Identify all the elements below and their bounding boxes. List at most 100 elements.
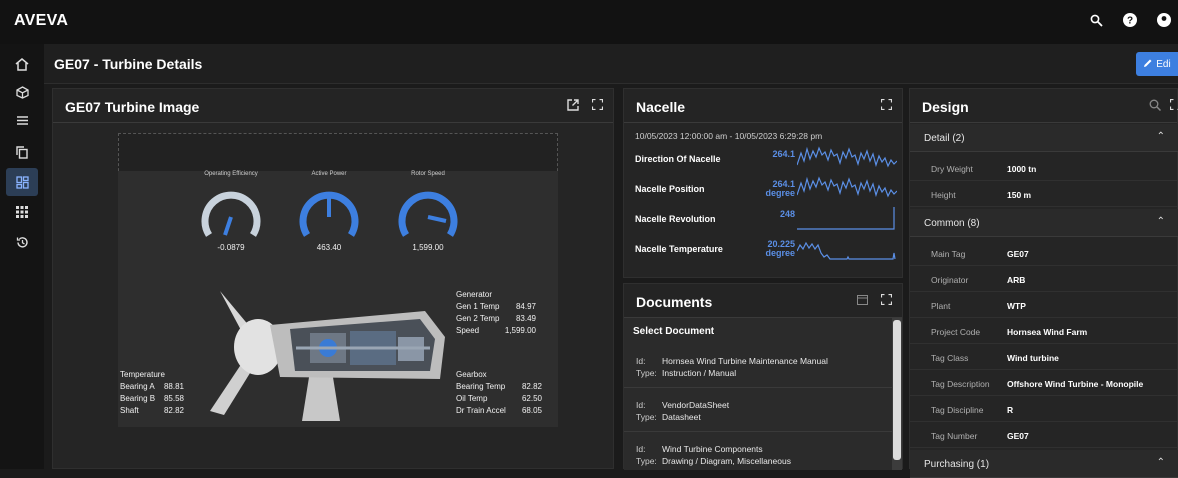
section-title: Common (8) [924, 218, 980, 229]
panel-title: Design [922, 99, 969, 115]
row-name: Gen 2 Temp [456, 314, 500, 323]
row-key: Tag Number [931, 431, 978, 441]
cube-icon[interactable] [6, 78, 38, 106]
section-purchasing[interactable]: Purchasing (1) ⌃ [910, 450, 1178, 478]
row-value: 83.49 [515, 314, 536, 323]
sparkline [797, 241, 896, 260]
row-value: GE07 [1007, 249, 1029, 259]
document-id: Id: Hornsea Wind Turbine Maintenance Manu… [636, 356, 828, 366]
design-row: Tag Discipline R [910, 396, 1178, 422]
nacelle-illustration [190, 281, 450, 421]
chevron-up-icon[interactable]: ⌃ [1157, 216, 1165, 227]
top-icons: ? [1088, 12, 1178, 28]
user-icon[interactable] [1156, 12, 1172, 28]
row-name: Bearing B [120, 394, 156, 403]
row-value: Hornsea Wind Farm [1007, 327, 1088, 337]
documents-panel: Documents Select Document Id: Hornsea Win… [623, 283, 903, 470]
scrollbar[interactable] [892, 318, 902, 470]
design-row: Tag Number GE07 [910, 422, 1178, 448]
row-name: Nacelle Temperature [635, 244, 723, 254]
panel-title: GE07 Turbine Image [65, 99, 200, 115]
row-name: Gen 1 Temp [456, 302, 500, 311]
temperature-row: Bearing A 88.81 [120, 381, 184, 393]
side-rail [0, 44, 44, 469]
help-icon[interactable]: ? [1122, 12, 1138, 28]
fullscreen-icon[interactable] [1169, 98, 1178, 113]
row-value: ARB [1007, 275, 1026, 285]
history-icon[interactable] [6, 228, 38, 256]
fullscreen-icon[interactable] [591, 98, 604, 113]
document-id: Id: Wind Turbine Components [636, 444, 763, 454]
select-document-label: Select Document [633, 326, 715, 337]
row-name: Oil Temp [456, 394, 488, 403]
section-common[interactable]: Common (8) ⌃ [910, 209, 1178, 237]
zoom-icon[interactable] [1149, 99, 1162, 114]
gauge-operating-efficiency: Operating Efficiency -0.0879 [193, 171, 269, 259]
row-value: WTP [1007, 301, 1026, 311]
panel-header: Design [910, 89, 1178, 123]
row-value: 20.225 degree [765, 239, 795, 258]
row-value: 62.50 [521, 394, 542, 403]
row-key: Tag Description [931, 379, 990, 389]
temperature-block: Temperature Bearing A 88.81 Bearing B 85.5… [120, 369, 184, 417]
open-external-icon[interactable] [567, 99, 579, 114]
row-key: Project Code [931, 327, 981, 337]
row-name: Speed [456, 326, 480, 335]
design-row: Height 150 m [910, 181, 1178, 207]
document-item[interactable]: Id: Wind Turbine Components Type: Drawing … [624, 432, 892, 476]
document-item[interactable]: Id: VendorDataSheet Type: Datasheet [624, 388, 892, 432]
generator-block: Generator Gen 1 Temp 84.97 Gen 2 Temp 83.4… [456, 289, 536, 337]
fullscreen-icon[interactable] [880, 98, 893, 113]
row-key: Height [931, 190, 956, 200]
calendar-icon[interactable] [857, 294, 868, 308]
nacelle-row: Direction Of Nacelle 264.1 [635, 145, 897, 171]
design-panel: Design Detail (2) ⌃ Dry Weight 1000 tn He… [909, 88, 1178, 478]
apps-grid-icon[interactable] [6, 198, 38, 226]
search-icon[interactable] [1088, 12, 1104, 28]
turbine-image: Operating Efficiency -0.0879 Active Powe… [118, 171, 558, 427]
sparkline [797, 176, 897, 198]
generator-row: Gen 1 Temp 84.97 [456, 301, 536, 313]
gearbox-row: Dr Train Accel 68.05 [456, 405, 542, 417]
row-name: Bearing Temp [456, 382, 506, 391]
temperature-title: Temperature [120, 370, 165, 379]
row-value: Wind turbine [1007, 353, 1059, 363]
row-name: Nacelle Revolution [635, 214, 716, 224]
row-name: Bearing A [120, 382, 155, 391]
chevron-up-icon[interactable]: ⌃ [1157, 457, 1165, 468]
row-key: Plant [931, 301, 951, 311]
nacelle-panel: Nacelle 10/05/2023 12:00:00 am - 10/05/2… [623, 88, 903, 278]
edit-button[interactable]: Edi [1136, 52, 1178, 76]
row-value: R [1007, 405, 1014, 415]
row-key: Originator [931, 275, 969, 285]
document-item[interactable]: Id: Hornsea Wind Turbine Maintenance Manu… [624, 344, 892, 388]
document-id: Id: VendorDataSheet [636, 400, 730, 410]
row-name: Nacelle Position [635, 184, 705, 194]
fullscreen-icon[interactable] [880, 293, 893, 308]
gauge-label: Operating Efficiency [204, 171, 258, 177]
document-type: Type: Datasheet [636, 412, 701, 422]
row-key: Dry Weight [931, 164, 973, 174]
chevron-up-icon[interactable]: ⌃ [1157, 131, 1165, 142]
gauge-label: Active Power [311, 171, 347, 177]
copy-icon[interactable] [6, 138, 38, 166]
row-value: 264.1 degree [765, 179, 795, 198]
design-row: Originator ARB [910, 266, 1178, 292]
generator-row: Speed 1,599.00 [456, 325, 536, 337]
row-value: Offshore Wind Turbine - Monopile [1007, 379, 1144, 389]
row-value: 1,599.00 [504, 326, 536, 335]
gearbox-block: Gearbox Bearing Temp 82.82 Oil Temp 62.50 … [456, 369, 542, 417]
row-value: 84.97 [515, 302, 536, 311]
scrollbar-thumb[interactable] [893, 320, 901, 460]
panel-header: Nacelle [624, 89, 902, 123]
panel-title: Nacelle [636, 99, 686, 115]
design-row: Dry Weight 1000 tn [910, 155, 1178, 181]
time-range: 10/05/2023 12:00:00 am - 10/05/2023 6:29… [635, 131, 823, 141]
section-detail[interactable]: Detail (2) ⌃ [910, 124, 1178, 152]
temperature-row: Shaft 82.82 [120, 405, 184, 417]
home-icon[interactable] [6, 50, 38, 78]
list-icon[interactable] [6, 106, 38, 134]
dashboard-icon[interactable] [6, 168, 38, 196]
design-row: Main Tag GE07 [910, 240, 1178, 266]
document-list: Select Document Id: Hornsea Wind Turbine … [624, 318, 892, 470]
